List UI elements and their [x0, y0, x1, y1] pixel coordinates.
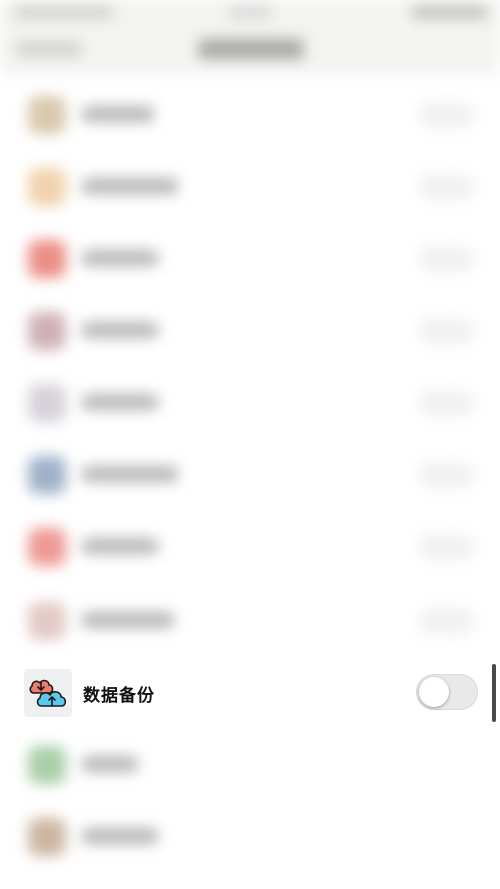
item-label: [82, 322, 158, 338]
item-toggle[interactable]: [418, 390, 476, 416]
list-item[interactable]: [0, 728, 500, 800]
list-item[interactable]: [0, 510, 500, 582]
item-toggle[interactable]: [418, 318, 476, 344]
cloud-upload-icon: [29, 679, 67, 707]
item-label: [82, 612, 174, 628]
item-label: [82, 828, 158, 844]
item-icon: [28, 528, 66, 566]
list-item[interactable]: [0, 150, 500, 222]
list-item[interactable]: [0, 366, 500, 438]
item-label: [82, 394, 158, 410]
item-icon: [28, 602, 66, 640]
item-toggle[interactable]: [418, 102, 476, 128]
item-label: [82, 178, 178, 194]
item-icon: [28, 746, 66, 784]
list-item[interactable]: [0, 294, 500, 366]
item-label: [82, 538, 158, 554]
item-icon: [28, 818, 66, 856]
app-screen: 数据备份: [0, 0, 500, 889]
navigation-bar: [0, 26, 500, 74]
item-label: [82, 466, 178, 482]
list-item[interactable]: [0, 584, 500, 656]
item-icon: [28, 168, 66, 206]
item-toggle[interactable]: [418, 174, 476, 200]
status-indicators: [412, 6, 488, 18]
item-label: [82, 106, 154, 122]
item-icon: [28, 384, 66, 422]
data-backup-toggle[interactable]: [416, 674, 478, 710]
list-item[interactable]: [0, 78, 500, 150]
data-backup-icon-tile: [24, 669, 72, 717]
data-backup-label: 数据备份: [83, 686, 155, 706]
scrollbar[interactable]: [492, 664, 496, 722]
item-label: [82, 250, 158, 266]
item-icon: [28, 456, 66, 494]
item-toggle[interactable]: [418, 246, 476, 272]
item-label: [82, 756, 138, 772]
list-item[interactable]: [0, 222, 500, 294]
blurred-settings-list: [0, 0, 500, 889]
item-icon: [28, 96, 66, 134]
item-toggle[interactable]: [418, 534, 476, 560]
list-item[interactable]: [0, 438, 500, 510]
item-icon: [28, 240, 66, 278]
item-toggle[interactable]: [418, 608, 476, 634]
page-title: [198, 39, 304, 59]
data-backup-row[interactable]: 数据备份: [0, 658, 500, 730]
back-button[interactable]: [16, 42, 82, 56]
item-icon: [28, 312, 66, 350]
status-center: [228, 6, 272, 18]
toggle-knob: [419, 677, 449, 707]
status-bar: [0, 0, 500, 26]
item-toggle[interactable]: [418, 462, 476, 488]
status-time: [14, 6, 114, 18]
list-item[interactable]: [0, 800, 500, 872]
